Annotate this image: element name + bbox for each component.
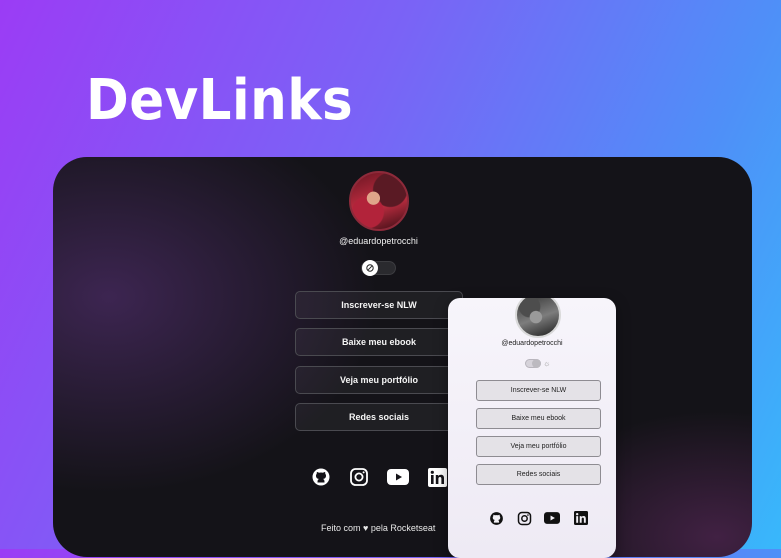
instagram-icon[interactable] — [516, 510, 532, 526]
profile-avatar — [349, 171, 409, 231]
instagram-icon[interactable] — [348, 466, 370, 488]
linkedin-icon[interactable] — [573, 510, 589, 526]
link-button-social[interactable]: Redes sociais — [295, 403, 463, 431]
github-icon[interactable] — [488, 510, 504, 526]
link-button-nlw[interactable]: Inscrever-se NLW — [295, 291, 463, 319]
link-button-nlw[interactable]: Inscrever-se NLW — [476, 380, 601, 401]
app-title: DevLinks — [86, 68, 354, 133]
footer-credit: Feito com ♥ pela Rocketseat — [321, 523, 436, 533]
link-button-social[interactable]: Redes sociais — [476, 464, 601, 485]
link-button-ebook[interactable]: Baixe meu ebook — [476, 408, 601, 429]
theme-toggle[interactable] — [525, 359, 541, 368]
link-button-portfolio[interactable]: Veja meu portfólio — [295, 366, 463, 394]
youtube-icon[interactable] — [387, 466, 409, 488]
youtube-icon[interactable] — [544, 510, 560, 526]
link-button-ebook[interactable]: Baixe meu ebook — [295, 328, 463, 356]
dark-mode-preview: @eduardopetrocchi Inscrever-se NLW Baixe… — [53, 157, 752, 557]
profile-handle: @eduardopetrocchi — [501, 340, 563, 347]
sun-icon: ☼ — [543, 359, 551, 368]
theme-toggle[interactable] — [361, 260, 396, 276]
toggle-knob — [532, 359, 541, 368]
moon-icon — [362, 260, 378, 276]
github-icon[interactable] — [310, 466, 332, 488]
light-mode-preview: @eduardopetrocchi ☼ Inscrever-se NLW Bai… — [448, 298, 616, 558]
profile-handle: @eduardopetrocchi — [339, 236, 418, 246]
profile-avatar — [515, 298, 561, 338]
linkedin-icon[interactable] — [426, 466, 448, 488]
link-button-portfolio[interactable]: Veja meu portfólio — [476, 436, 601, 457]
